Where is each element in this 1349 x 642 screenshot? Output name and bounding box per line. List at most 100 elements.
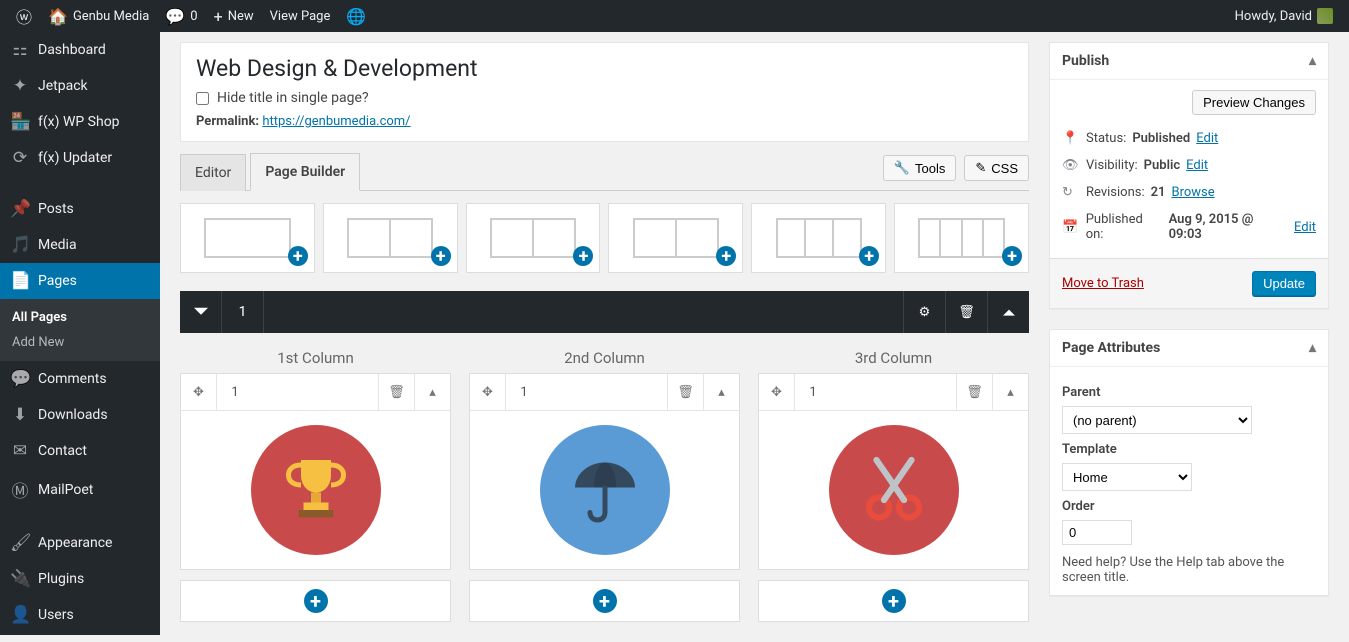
widget-delete[interactable]: 🗑 <box>667 374 703 410</box>
wp-logo[interactable]: ⓦ <box>8 0 40 32</box>
edit-status-link[interactable]: Edit <box>1196 131 1218 146</box>
sidebar-item-plugins[interactable]: 🔌Plugins <box>0 561 160 597</box>
move-handle[interactable]: ✥ <box>759 374 795 410</box>
submenu-all-pages[interactable]: All Pages <box>0 305 160 330</box>
sidebar-item-media[interactable]: 🎵Media <box>0 227 160 263</box>
tools-button[interactable]: 🔧Tools <box>883 155 957 181</box>
parent-select[interactable]: (no parent) <box>1062 406 1252 434</box>
sidebar-item-appearance[interactable]: 🖌Appearance <box>0 525 160 561</box>
sidebar-item-users[interactable]: 👤Users <box>0 597 160 633</box>
sidebar-label: Pages <box>38 273 77 289</box>
widget-body <box>181 411 450 569</box>
trash-icon: 🗑 <box>966 385 983 400</box>
pin-icon: 📍 <box>1062 131 1080 146</box>
new-link[interactable]: +New <box>206 0 262 32</box>
hide-title-checkbox[interactable] <box>196 92 209 105</box>
sidebar-item-dashboard[interactable]: ⚏Dashboard <box>0 32 160 68</box>
column-1: 1st Column✥1🗑▴+ <box>180 343 451 622</box>
tab-page-builder[interactable]: Page Builder <box>250 153 360 191</box>
sidebar-label: Dashboard <box>38 42 106 58</box>
comments-link[interactable]: 💬0 <box>157 0 205 32</box>
chevron-up-icon: ▴ <box>718 385 725 400</box>
widget-delete[interactable]: 🗑 <box>378 374 414 410</box>
sidebar-item-comments[interactable]: 💬Comments <box>0 361 160 397</box>
gear-icon: ⚙ <box>919 305 931 320</box>
add-widget-button[interactable]: + <box>180 580 451 622</box>
eye-icon: 👁 <box>1062 158 1080 173</box>
edit-visibility-link[interactable]: Edit <box>1186 158 1208 173</box>
row-collapse[interactable] <box>987 291 1029 333</box>
add-widget-button[interactable]: + <box>469 580 740 622</box>
updater-icon: ⟳ <box>10 148 30 168</box>
layout-preview-icon <box>490 218 576 258</box>
layout-option-2[interactable]: + <box>323 203 458 273</box>
sidebar-item-updater[interactable]: ⟳f(x) Updater <box>0 140 160 176</box>
row-delete[interactable]: 🗑 <box>945 291 987 333</box>
order-input[interactable] <box>1062 520 1132 545</box>
site-name-text: Genbu Media <box>73 9 149 24</box>
howdy-text: Howdy, David <box>1235 9 1312 24</box>
layout-option-6[interactable]: + <box>894 203 1029 273</box>
move-to-trash-link[interactable]: Move to Trash <box>1062 276 1144 291</box>
permalink-row: Permalink: https://genbumedia.com/ <box>196 114 1013 129</box>
sidebar-item-contact[interactable]: ✉Contact <box>0 433 160 469</box>
permalink-url[interactable]: https://genbumedia.com/ <box>262 114 410 129</box>
sidebar-label: Posts <box>38 201 74 217</box>
column-title: 2nd Column <box>469 343 740 373</box>
calendar-icon: 📅 <box>1062 220 1080 235</box>
plus-icon: + <box>214 7 223 26</box>
home-icon: 🏠 <box>48 7 68 26</box>
media-icon: 🎵 <box>10 235 30 255</box>
layout-option-4[interactable]: + <box>608 203 743 273</box>
row-settings[interactable]: ⚙ <box>903 291 945 333</box>
widget: ✥1 🗑 ▴ <box>180 373 451 570</box>
page-attributes-header[interactable]: Page Attributes▴ <box>1050 330 1328 367</box>
sidebar-label: f(x) WP Shop <box>38 114 120 130</box>
move-handle[interactable]: ✥ <box>181 374 217 410</box>
widget-collapse[interactable]: ▴ <box>992 374 1028 410</box>
site-name-link[interactable]: 🏠 Genbu Media <box>40 0 157 32</box>
seo-link[interactable]: 🌐 <box>338 0 374 32</box>
edit-date-link[interactable]: Edit <box>1294 220 1316 235</box>
publish-box-header[interactable]: Publish▴ <box>1050 43 1328 80</box>
plus-circle-icon: + <box>716 246 736 266</box>
browse-revisions-link[interactable]: Browse <box>1171 185 1214 200</box>
sidebar-item-posts[interactable]: 📌Posts <box>0 191 160 227</box>
sidebar-label: Appearance <box>38 535 112 551</box>
submenu-add-new[interactable]: Add New <box>0 330 160 355</box>
chevron-up-icon[interactable]: ▴ <box>1309 53 1316 69</box>
page-attributes-box: Page Attributes▴ Parent (no parent) Temp… <box>1049 329 1329 596</box>
sidebar-label: Users <box>38 607 74 623</box>
widget-delete[interactable]: 🗑 <box>956 374 992 410</box>
attributes-help: Need help? Use the Help tab above the sc… <box>1062 555 1316 585</box>
widget-collapse[interactable]: ▴ <box>703 374 739 410</box>
widget-body <box>470 411 739 569</box>
row-header-bar: 1 ⚙ 🗑 <box>180 291 1029 333</box>
layout-option-5[interactable]: + <box>751 203 886 273</box>
plus-circle-icon: + <box>593 589 617 613</box>
widget-collapse[interactable]: ▴ <box>414 374 450 410</box>
sidebar-item-shop[interactable]: 🏪f(x) WP Shop <box>0 104 160 140</box>
row-toggle[interactable] <box>180 291 222 333</box>
my-account[interactable]: Howdy, David <box>1227 0 1341 32</box>
plus-circle-icon: + <box>882 589 906 613</box>
hide-title-label[interactable]: Hide title in single page? <box>196 90 1013 106</box>
layout-option-3[interactable]: + <box>466 203 601 273</box>
globe-icon: 🌐 <box>346 7 366 26</box>
sidebar-item-downloads[interactable]: ⬇Downloads <box>0 397 160 433</box>
sidebar-item-jetpack[interactable]: ✦Jetpack <box>0 68 160 104</box>
sidebar-item-mailpoet[interactable]: ⓂMailPoet <box>0 469 160 510</box>
sidebar-item-pages[interactable]: 📄Pages <box>0 263 160 299</box>
layout-option-1[interactable]: + <box>180 203 315 273</box>
template-select[interactable]: Home <box>1062 463 1192 491</box>
add-widget-button[interactable]: + <box>758 580 1029 622</box>
css-button[interactable]: ✎CSS <box>964 155 1029 181</box>
chevron-up-icon[interactable]: ▴ <box>1309 340 1316 356</box>
preview-changes-button[interactable]: Preview Changes <box>1192 90 1316 115</box>
move-handle[interactable]: ✥ <box>470 374 506 410</box>
trash-icon: 🗑 <box>388 385 405 400</box>
update-button[interactable]: Update <box>1252 271 1316 296</box>
tab-editor[interactable]: Editor <box>180 154 246 191</box>
widget-index: 1 <box>217 374 253 410</box>
view-page-link[interactable]: View Page <box>262 0 339 32</box>
